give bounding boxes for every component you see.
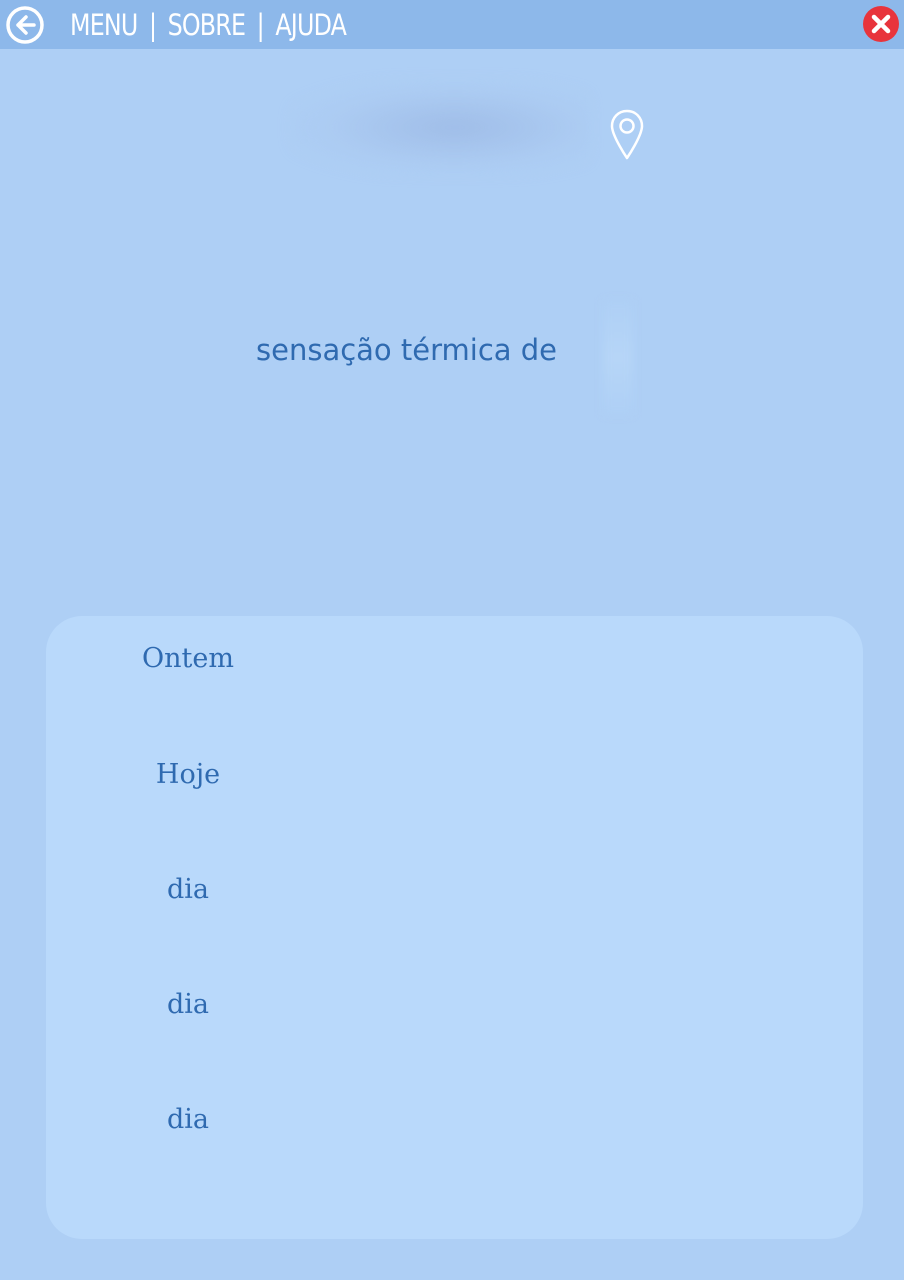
top-nav: MENU | SOBRE | AJUDA — [70, 0, 347, 49]
nav-separator: | — [148, 7, 157, 42]
back-arrow-icon[interactable] — [5, 5, 45, 45]
top-bar: MENU | SOBRE | AJUDA — [0, 0, 904, 49]
forecast-day-4[interactable]: dia — [88, 989, 288, 1020]
sobre-link[interactable]: SOBRE — [168, 8, 246, 42]
map-pin-icon[interactable] — [608, 108, 646, 162]
nav-separator: | — [256, 7, 265, 42]
forecast-day-hoje[interactable]: Hoje — [88, 759, 288, 790]
menu-link[interactable]: MENU — [70, 8, 138, 42]
close-icon[interactable] — [862, 5, 900, 43]
forecast-day-5[interactable]: dia — [88, 1104, 288, 1135]
forecast-day-ontem[interactable]: Ontem — [88, 643, 288, 674]
feels-like-value-blurred — [603, 300, 633, 415]
location-name-blurred — [290, 80, 590, 175]
forecast-card: Ontem Hoje dia dia dia — [46, 616, 863, 1239]
ajuda-link[interactable]: AJUDA — [275, 8, 347, 42]
feels-like-label: sensação térmica de — [256, 333, 558, 367]
forecast-day-3[interactable]: dia — [88, 874, 288, 905]
